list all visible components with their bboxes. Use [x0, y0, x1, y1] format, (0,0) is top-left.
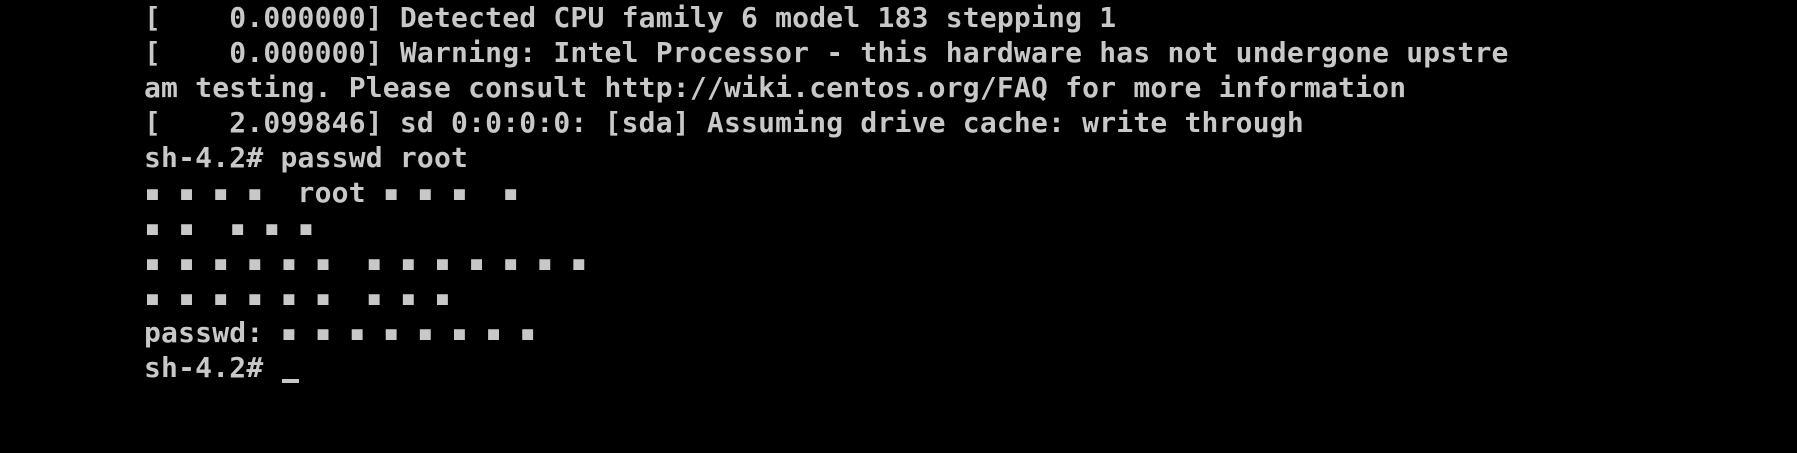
- console-line-garbled-1: ▪ ▪ ▪ ▪ root ▪ ▪ ▪ ▪: [144, 176, 520, 209]
- console-line-sda: [ 2.099846] sd 0:0:0:0: [sda] Assuming d…: [144, 106, 1304, 139]
- console-screen[interactable]: [ 0.000000] Detected CPU family 6 model …: [144, 0, 1764, 453]
- console-line-passwd-command: sh-4.2# passwd root: [144, 141, 469, 174]
- text-cursor: [282, 379, 300, 383]
- console-line-garbled-2: ▪ ▪ ▪ ▪ ▪: [144, 211, 315, 244]
- console-line-garbled-3: ▪ ▪ ▪ ▪ ▪ ▪ ▪ ▪ ▪ ▪ ▪ ▪ ▪: [144, 246, 588, 279]
- console-line-warning: [ 0.000000] Warning: Intel Processor - t…: [144, 36, 1509, 69]
- console-prompt-line[interactable]: sh-4.2#: [144, 350, 1764, 385]
- shell-prompt: sh-4.2#: [144, 351, 281, 384]
- console-line-cpu: [ 0.000000] Detected CPU family 6 model …: [144, 1, 1117, 34]
- console-line-warning-cont: am testing. Please consult http://wiki.c…: [144, 71, 1407, 104]
- console-line-garbled-4: ▪ ▪ ▪ ▪ ▪ ▪ ▪ ▪ ▪: [144, 281, 452, 314]
- console-line-passwd-result: passwd: ▪ ▪ ▪ ▪ ▪ ▪ ▪ ▪: [144, 316, 537, 349]
